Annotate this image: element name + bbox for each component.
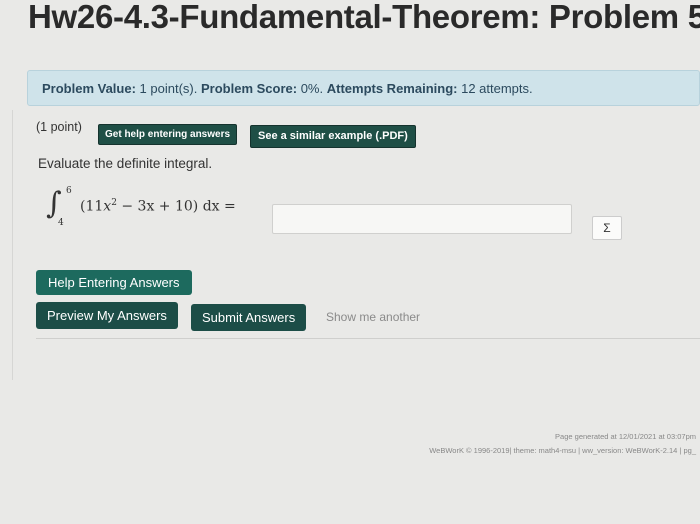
equation-editor-sigma-icon[interactable]: Σ	[592, 216, 622, 240]
integrand: (11x2 − 3x + 10) dx =	[80, 198, 236, 215]
page-title: Hw26-4.3-Fundamental-Theorem: Problem 5	[28, 0, 700, 35]
divider	[36, 338, 700, 339]
preview-answers-button[interactable]: Preview My Answers	[36, 302, 178, 329]
footer: Page generated at 12/01/2021 at 03:07pm …	[429, 430, 696, 458]
submit-answers-button[interactable]: Submit Answers	[191, 304, 307, 331]
problem-value-label: Problem Value:	[42, 81, 136, 96]
help-entering-answers-button[interactable]: Get help entering answers	[98, 124, 238, 145]
problem-prompt: Evaluate the definite integral.	[38, 156, 213, 171]
points-label: (1 point)	[36, 120, 82, 134]
attempts-label: Attempts Remaining:	[326, 81, 458, 96]
footer-credits: WeBWorK © 1996-2019| theme: math4-msu | …	[429, 446, 696, 455]
integral-row: ∫ 6 4 (11x2 − 3x + 10) dx = Σ	[36, 186, 676, 240]
help-entering-answers-main-button[interactable]: Help Entering Answers	[36, 270, 192, 295]
attempts-remaining: 12 attempts.	[461, 81, 533, 96]
problem-info-box: Problem Value: 1 point(s). Problem Score…	[27, 70, 700, 106]
problem-score: 0%.	[300, 81, 324, 96]
integral-upper-limit: 6	[66, 186, 72, 196]
integral-sign: ∫	[46, 186, 62, 221]
problem-score-label: Problem Score:	[200, 81, 298, 96]
integral-lower-limit: 4	[58, 218, 64, 228]
left-rule	[12, 110, 13, 380]
answer-input[interactable]	[272, 204, 572, 234]
footer-generated: Page generated at 12/01/2021 at 03:07pm	[555, 432, 696, 441]
similar-example-button[interactable]: See a similar example (.PDF)	[250, 125, 416, 148]
show-another-button[interactable]: Show me another	[326, 310, 420, 324]
problem-value: 1 point(s).	[139, 81, 198, 96]
